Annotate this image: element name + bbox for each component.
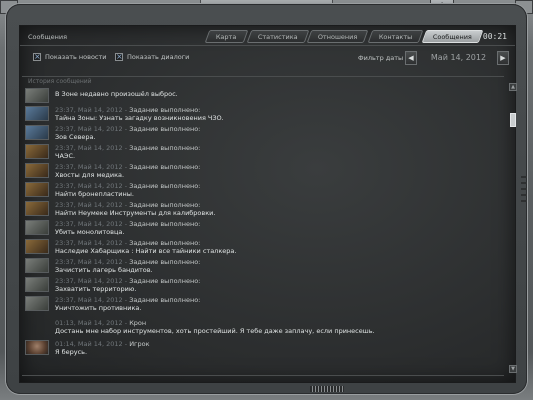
tab-statistics[interactable]: Статистика [246,30,309,43]
message-thumbnail [25,144,49,159]
side-grip [521,194,527,196]
message-thumbnail [25,258,49,273]
tab-messages[interactable]: Сообщения [421,30,484,43]
message-thumbnail [25,182,49,197]
message-thumbnail [25,88,49,103]
message-item: 01:13, Май 14, 2012 - Крон Достань мне н… [55,319,375,335]
message-thumbnail [25,220,49,235]
tab-bar: Карта Статистика Отношения Контакты Сооб… [204,30,484,43]
arrow-right-icon: ▶ [500,54,506,62]
message-item: 23:37, Май 14, 2012 - Задание выполнено:… [25,162,495,181]
message-item: 23:37, Май 14, 2012 - Задание выполнено:… [25,143,495,162]
device-bezel: ⏻ Сообщения Карта Статистика Отношения К… [0,0,533,400]
side-grip [521,182,527,184]
filter-row: × Показать новости × Показать диалоги Фи… [20,47,515,69]
header-bar: Сообщения Карта Статистика Отношения Кон… [20,26,515,46]
message-item: 23:37, Май 14, 2012 - Задание выполнено:… [25,200,495,219]
message-history[interactable]: История сообщений ▲ ▼ В Зоне недавно про… [22,76,517,376]
message-item: 01:14, Май 14, 2012 - Игрок Я берусь. [25,339,495,358]
side-grip [521,200,527,202]
tab-map[interactable]: Карта [204,30,248,43]
scroll-thumb[interactable] [510,113,516,127]
tab-relations[interactable]: Отношения [306,30,370,43]
message-item: 23:37, Май 14, 2012 - Задание выполнено:… [25,276,495,295]
show-dialogs-checkbox[interactable]: × Показать диалоги [115,53,189,61]
message-item: 23:37, Май 14, 2012 - Задание выполнено:… [25,105,495,124]
message-thumbnail [25,163,49,178]
checkbox-check-icon: × [115,52,123,61]
clock: 00:21 [482,32,507,41]
pda-screen: Сообщения Карта Статистика Отношения Кон… [19,25,517,383]
avatar [25,340,49,355]
date-prev-button[interactable]: ◀ [405,51,417,65]
message-thumbnail [25,277,49,292]
scroll-up-button[interactable]: ▲ [509,83,517,91]
message-item: 23:37, Май 14, 2012 - Задание выполнено:… [25,181,495,200]
page-title: Сообщения [28,33,68,41]
message-item: 23:37, Май 14, 2012 - Задание выполнено:… [25,219,495,238]
message-item: 23:37, Май 14, 2012 - Задание выполнено:… [25,295,495,314]
date-value: Май 14, 2012 [430,53,487,62]
show-news-checkbox[interactable]: × Показать новости [33,53,107,61]
side-grip [521,176,527,178]
scroll-down-button[interactable]: ▼ [509,365,517,373]
arrow-left-icon: ◀ [408,54,414,62]
message-thumbnail [25,125,49,140]
tab-contacts[interactable]: Контакты [367,30,424,43]
message-thumbnail [25,106,49,121]
side-grip [521,188,527,190]
scrollbar[interactable]: ▲ ▼ [509,83,517,373]
message-thumbnail [25,296,49,311]
message-item: 23:37, Май 14, 2012 - Задание выполнено:… [25,124,495,143]
message-item: В Зоне недавно произошёл выброс. [25,87,495,106]
history-label: История сообщений [28,78,92,85]
date-next-button[interactable]: ▶ [497,51,509,65]
message-item: 23:37, Май 14, 2012 - Задание выполнено:… [25,257,495,276]
message-item: 23:37, Май 14, 2012 - Задание выполнено:… [25,238,495,257]
message-thumbnail [25,201,49,216]
message-thumbnail [25,239,49,254]
bottom-grip [310,386,344,392]
date-filter-label: Фильтр даты [358,54,404,62]
checkbox-check-icon: × [33,52,41,61]
